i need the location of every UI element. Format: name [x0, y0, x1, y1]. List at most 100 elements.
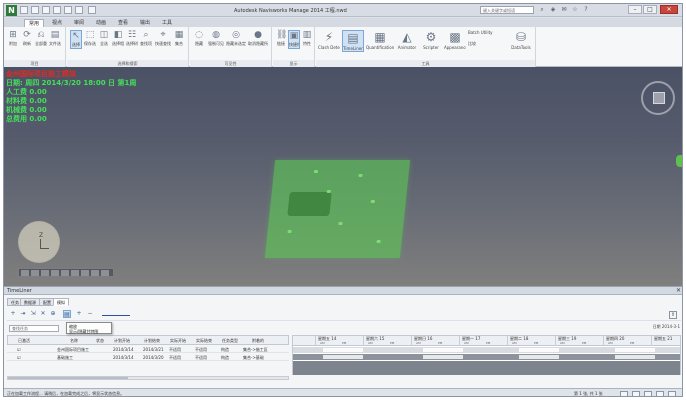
task-active-checkbox[interactable]: ☑ [17, 355, 21, 360]
find-items-button[interactable]: ⌕查找项目 [140, 30, 152, 47]
append-button[interactable]: ⊞ 附加 [7, 30, 19, 47]
zoom-icon[interactable] [31, 270, 39, 276]
select-same-button[interactable]: ◧选择相同对象 [112, 30, 124, 47]
navigation-bar-handle[interactable] [676, 155, 682, 167]
zoom-out-icon[interactable]: − [86, 310, 94, 318]
hide-unselected-button[interactable]: ◎隐藏未选定对象 [226, 30, 246, 47]
tab-view[interactable]: 查看 [114, 19, 132, 27]
look-icon[interactable] [51, 270, 59, 276]
help-icon[interactable]: ? [582, 6, 590, 14]
redo-icon[interactable] [75, 6, 83, 14]
column-header[interactable]: 计划结束 [144, 338, 160, 344]
column-header[interactable]: 状态 [96, 338, 104, 344]
delete-task-icon[interactable]: ✕ [39, 310, 47, 318]
export-icon[interactable]: ⇪ [669, 311, 677, 319]
task-active-checkbox[interactable]: ☑ [17, 347, 21, 352]
task-row[interactable]: ☑ 基础施工 2014/3/14 2014/3/20 不适用 不适用 构造 集合… [7, 354, 289, 361]
scrollbar-thumb[interactable] [8, 377, 128, 379]
column-header[interactable]: 名称 [70, 338, 78, 344]
quick-find-button[interactable]: ⌖ 快速查找 [154, 30, 172, 47]
animator-button[interactable]: ◭ Animator [396, 30, 418, 50]
selection-tree-button[interactable]: ☷ 选择树 [126, 30, 138, 47]
measure-icon[interactable] [91, 270, 99, 276]
maximize-button[interactable]: □ [643, 5, 657, 14]
task-row[interactable]: ☑ 金州国际项目施工 2014/3/14 2014/3/21 不适用 不适用 构… [7, 346, 289, 353]
select-all-button[interactable]: ◫ 全选 [98, 30, 110, 47]
gantt-chart[interactable]: 星期五 14 AM PM 星期六 15 AM PM 星期日 16 AM PM 星期一 17 A… [292, 335, 681, 375]
reset-all-button[interactable]: ⎌全部重置 [35, 30, 47, 47]
search-icon[interactable]: ⌕ [538, 6, 546, 14]
subscription-icon[interactable]: ◈ [549, 6, 557, 14]
add-task-icon[interactable]: + [9, 310, 17, 318]
properties-button[interactable]: ▥ 特性 [301, 30, 313, 47]
timeliner-button[interactable]: ▤ TimeLiner [342, 30, 364, 52]
undo-icon[interactable] [64, 6, 72, 14]
zoom-in-icon[interactable]: + [75, 310, 83, 318]
print-icon[interactable] [53, 6, 61, 14]
open-file-icon[interactable] [31, 6, 39, 14]
task-grid-scrollbar[interactable] [7, 376, 289, 380]
tab-home[interactable]: 常用 [24, 19, 45, 27]
gantt-bar[interactable] [519, 348, 559, 352]
batch-utility-button[interactable]: Batch Utility [468, 30, 502, 35]
column-header[interactable]: 任务类型 [222, 338, 238, 344]
next-sheet-icon[interactable] [632, 391, 640, 396]
gantt-bar[interactable] [423, 348, 463, 352]
orbit-icon[interactable] [41, 270, 49, 276]
communication-icon[interactable]: ✉ [560, 6, 568, 14]
column-header[interactable]: 计划开始 [114, 338, 130, 344]
hide-button[interactable]: ◌ 隐藏 [193, 30, 205, 47]
auto-add-icon[interactable]: ⇲ [29, 310, 37, 318]
sets-button[interactable]: ▦ 集合 [173, 30, 185, 47]
viewcube-face[interactable] [653, 92, 665, 104]
tab-animation[interactable]: 动画 [92, 19, 110, 27]
attach-icon[interactable]: ⊕ [49, 310, 57, 318]
select-icon[interactable] [88, 6, 96, 14]
pan-icon[interactable] [21, 270, 29, 276]
column-header[interactable]: 实际结束 [196, 338, 212, 344]
insert-task-icon[interactable]: ⇥ [19, 310, 27, 318]
require-button[interactable]: ◍ 强制可见 [208, 30, 224, 47]
gantt-bar[interactable] [423, 355, 463, 359]
performance-icon[interactable] [656, 391, 664, 396]
site-model[interactable] [264, 160, 411, 258]
column-header[interactable]: 已激活 [18, 338, 30, 344]
compare-button[interactable]: 比较 [468, 41, 488, 47]
quantification-button[interactable]: ▦ Quantification [366, 30, 394, 50]
tab-tools[interactable]: 工具 [158, 19, 176, 27]
viewcube[interactable] [641, 81, 675, 115]
tab-simulate[interactable]: 模拟 [53, 298, 69, 306]
datatools-button[interactable]: ⛁ DataTools [510, 30, 532, 50]
3d-viewport[interactable]: 金州国际项目施工模拟 日期: 周四 2014/3/20 18:00 日 第1周 … [4, 67, 682, 286]
timeliner-close-icon[interactable]: ✕ [676, 287, 681, 294]
gantt-bar[interactable] [615, 348, 655, 352]
unhide-all-button[interactable]: ●取消隐藏所有对象 [248, 30, 268, 47]
tab-viewpoint[interactable]: 视点 [48, 19, 66, 27]
gantt-bar[interactable] [519, 355, 559, 359]
column-header[interactable]: 附着的 [252, 338, 264, 344]
file-options-button[interactable]: ▤文件选项 [49, 30, 61, 47]
tab-review[interactable]: 审阅 [70, 19, 88, 27]
close-button[interactable]: ✕ [660, 5, 678, 14]
save-icon[interactable] [42, 6, 50, 14]
clash-detective-button[interactable]: ⚡Clash Detective [318, 30, 340, 50]
memory-icon[interactable] [668, 391, 676, 396]
task-filter-input[interactable]: 查找任务 [9, 325, 59, 332]
tab-output[interactable]: 输出 [136, 19, 154, 27]
app-logo[interactable]: N [6, 5, 17, 16]
links-button[interactable]: ⛓ 链接 [275, 30, 287, 47]
gantt-bar[interactable] [323, 348, 363, 352]
scripter-button[interactable]: ⚙ Scripter [420, 30, 442, 50]
tab-data-sources[interactable]: 数据源 [20, 298, 40, 306]
quick-properties-button[interactable]: ▣快捷特性 [288, 30, 300, 49]
appearance-profiler-button[interactable]: ▩Appearance Profiler [444, 30, 466, 50]
walk-icon[interactable] [61, 270, 69, 276]
project-browser-icon[interactable] [644, 391, 652, 396]
axis-compass[interactable]: Z [18, 221, 60, 263]
column-header[interactable]: 实际开始 [170, 338, 186, 344]
prev-sheet-icon[interactable] [620, 391, 628, 396]
fly-icon[interactable] [71, 270, 79, 276]
gantt-zoom-slider[interactable] [102, 315, 130, 316]
refresh-button[interactable]: ⟳ 刷新 [21, 30, 33, 47]
select-box-icon[interactable] [81, 270, 89, 276]
